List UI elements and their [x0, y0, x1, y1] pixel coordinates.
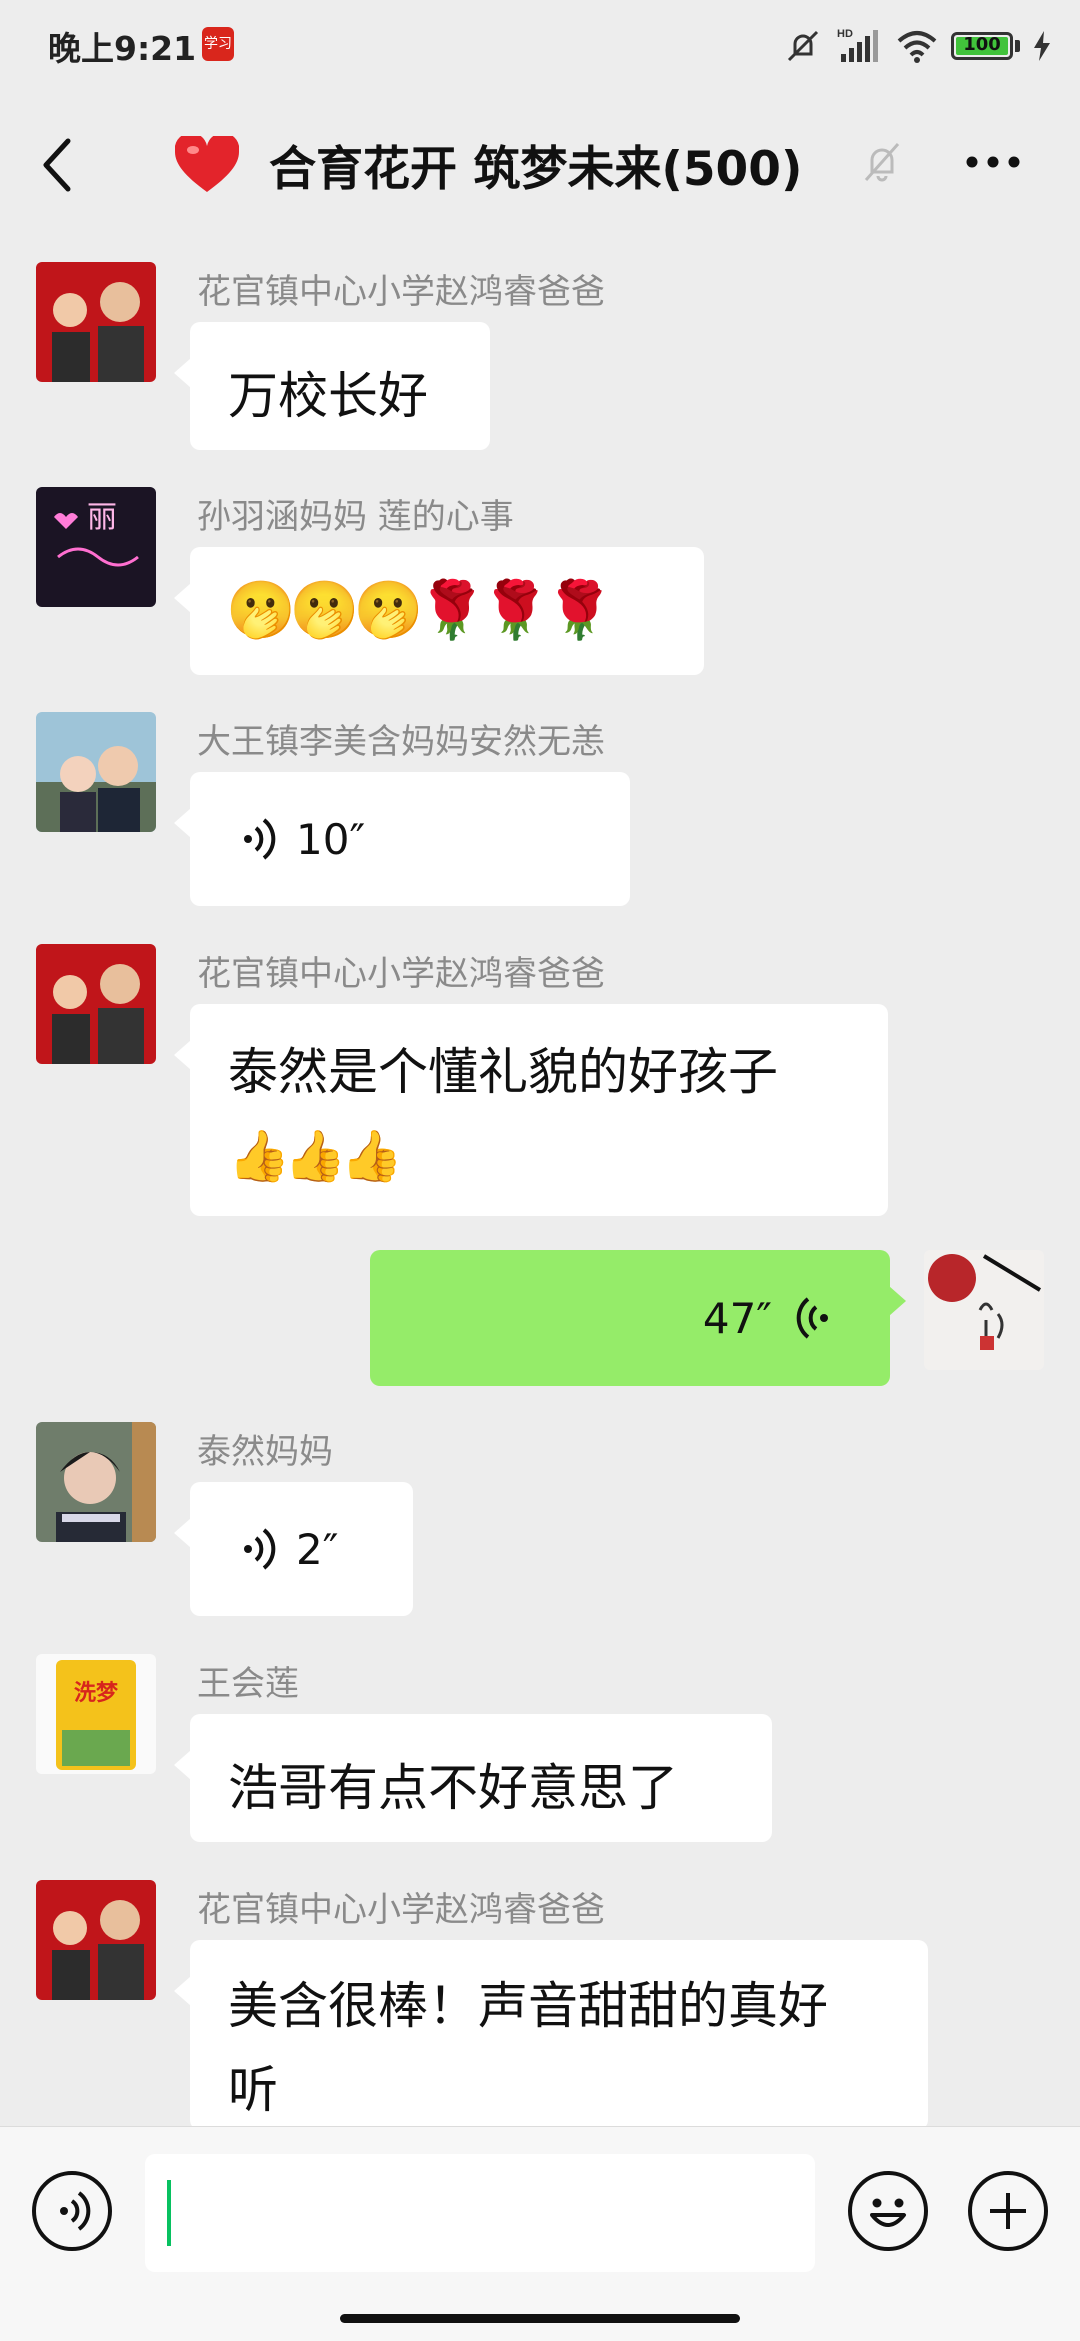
voice-duration: 47″ [702, 1293, 772, 1343]
sender-name: 花官镇中心小学赵鸿睿爸爸 [197, 954, 605, 994]
voice-message-bubble[interactable]: 10″ [174, 772, 630, 906]
charging-icon [1034, 31, 1050, 61]
message-row: 大王镇李美含妈妈安然无恙 10″ [0, 712, 1080, 906]
sender-name: 花官镇中心小学赵鸿睿爸爸 [197, 1890, 605, 1930]
avatar[interactable] [36, 1880, 156, 2000]
sender-name: 王会莲 [197, 1664, 299, 1704]
voice-icon [60, 2191, 91, 2231]
message-row: 洗梦 王会莲 浩哥有点不好意思了 [0, 1654, 1080, 1844]
avatar[interactable] [36, 262, 156, 382]
avatar[interactable]: 洗梦 [36, 1654, 156, 1774]
signal-icon: HD [837, 28, 878, 62]
message-emoji-text: 👍👍👍 [228, 1127, 403, 1185]
status-icons: HD 100 [783, 26, 1050, 66]
battery-tip [1015, 40, 1020, 52]
emoji-icon [870, 2198, 906, 2227]
voice-duration: 2″ [296, 1524, 339, 1574]
message-bubble[interactable]: 美含很棒！声音甜甜的真好 听 [174, 1940, 928, 2130]
avatar[interactable] [36, 712, 156, 832]
message-row: 花官镇中心小学赵鸿睿爸爸 美含很棒！声音甜甜的真好 听 [0, 1880, 1080, 2130]
message-bubble[interactable]: 万校长好 [174, 322, 490, 450]
message-bubble[interactable]: 浩哥有点不好意思了 [174, 1714, 772, 1842]
home-indicator[interactable] [340, 2314, 740, 2323]
message-text: 美含很棒！声音甜甜的真好 [228, 1977, 828, 2035]
voice-wave-icon [796, 1297, 828, 1339]
message-emoji-text: 🫢🫢🫢🌹🌹🌹 [226, 578, 614, 643]
wifi-icon [897, 31, 937, 63]
message-bubble[interactable]: 🫢🫢🫢🌹🌹🌹 [174, 547, 704, 675]
my-voice-message-bubble[interactable]: 47″ [370, 1250, 906, 1386]
message-bubble[interactable]: 泰然是个懂礼貌的好孩子 👍👍👍 [174, 1004, 888, 1216]
mute-bell-status-icon [787, 30, 819, 62]
more-icon[interactable] [965, 155, 1021, 169]
sender-name: 泰然妈妈 [197, 1432, 333, 1472]
message-text: 浩哥有点不好意思了 [228, 1759, 678, 1817]
voice-wave-icon [244, 818, 276, 860]
heart-icon [175, 135, 239, 192]
chat-header: 合育花开 筑梦未来(500) [0, 95, 1080, 240]
message-text: 万校长好 [228, 367, 428, 425]
message-row: 泰然妈妈 2″ [0, 1422, 1080, 1616]
voice-wave-icon [244, 1528, 276, 1570]
my-avatar[interactable] [924, 1250, 1044, 1370]
more-functions-button[interactable] [968, 2171, 1048, 2251]
status-bar: 晚上9:21 学习 HD 100 [0, 0, 1080, 95]
svg-text:HD: HD [837, 28, 853, 40]
message-text-line2: 听 [228, 2061, 278, 2119]
voice-message-bubble[interactable]: 2″ [174, 1482, 413, 1616]
voice-duration: 10″ [296, 814, 366, 864]
svg-text:洗梦: 洗梦 [74, 1680, 119, 1706]
battery-icon: 100 [951, 32, 1013, 60]
message-row-mine: 47″ [0, 1250, 1080, 1390]
chat-title: 合育花开 筑梦未来(500) [269, 142, 803, 197]
voice-input-button[interactable] [32, 2171, 112, 2251]
sender-name: 大王镇李美含妈妈安然无恙 [197, 722, 605, 762]
back-arrow-icon[interactable] [38, 135, 78, 195]
status-time: 晚上9:21 [48, 29, 197, 68]
message-row: 丽 孙羽涵妈妈 莲的心事 🫢🫢🫢🌹🌹🌹 [0, 487, 1080, 677]
message-input[interactable] [145, 2154, 815, 2272]
chat-title-wrap[interactable]: 合育花开 筑梦未来(500) [175, 130, 802, 199]
avatar[interactable] [36, 1422, 156, 1542]
muted-bell-icon [864, 143, 900, 182]
sender-name: 孙羽涵妈妈 莲的心事 [197, 497, 514, 537]
chat-input-bar [0, 2126, 1080, 2341]
message-row: 花官镇中心小学赵鸿睿爸爸 泰然是个懂礼貌的好孩子 👍👍👍 [0, 944, 1080, 1224]
avatar[interactable] [36, 944, 156, 1064]
emoji-button[interactable] [848, 2171, 928, 2251]
app-notification-icon: 学习 [202, 27, 234, 61]
message-row: 花官镇中心小学赵鸿睿爸爸 万校长好 [0, 262, 1080, 452]
svg-text:丽: 丽 [87, 500, 117, 535]
plus-icon [990, 2193, 1026, 2229]
avatar[interactable]: 丽 [36, 487, 156, 607]
message-text: 泰然是个懂礼貌的好孩子 [228, 1043, 778, 1101]
sender-name: 花官镇中心小学赵鸿睿爸爸 [197, 272, 605, 312]
text-cursor [167, 2180, 171, 2246]
